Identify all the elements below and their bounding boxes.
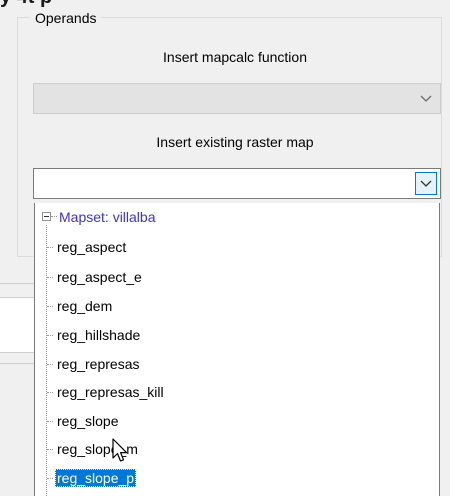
background-divider xyxy=(0,283,34,284)
tree-connector xyxy=(47,392,53,393)
mapcalc-function-combobox[interactable] xyxy=(33,83,441,114)
raster-dropdown-button[interactable] xyxy=(415,172,437,195)
tree-connector xyxy=(47,421,53,422)
tree-connector xyxy=(47,335,53,336)
mapset-label: Mapset: villalba xyxy=(59,209,156,225)
tree-item-reg-slope-p[interactable]: reg_slope_p xyxy=(47,466,427,490)
tree-item-label: reg_dem xyxy=(57,298,113,314)
tree-item-label: reg_slope_p xyxy=(55,469,137,487)
tree-item-reg-represas-kill[interactable]: reg_represas_kill xyxy=(47,380,427,404)
operands-group-title: Operands xyxy=(30,9,102,27)
background-divider xyxy=(0,363,34,364)
tree-item-label: reg_represas_kill xyxy=(57,384,164,400)
tree-item-label: reg_represas xyxy=(57,356,140,372)
tree-item-label: reg_hillshade xyxy=(57,327,141,343)
tree-connector xyxy=(47,364,53,365)
tree-item-reg-represas[interactable]: reg_represas xyxy=(47,352,427,376)
tree-connector xyxy=(47,449,53,450)
tree-connector xyxy=(47,478,53,479)
tree-connector xyxy=(47,277,53,278)
raster-map-dropdown[interactable]: Mapset: villalba reg_aspect reg_aspect_e… xyxy=(34,203,440,496)
raster-map-combobox[interactable] xyxy=(33,168,441,199)
mouse-pointer-icon xyxy=(112,438,128,462)
tree-item-reg-slope-m[interactable]: reg_slope_m xyxy=(47,437,427,461)
tree-item-reg-aspect[interactable]: reg_aspect xyxy=(47,235,427,259)
mapcalc-function-label: Insert mapcalc function xyxy=(163,49,307,65)
tree-connector xyxy=(47,247,53,248)
chevron-down-icon[interactable] xyxy=(418,90,434,106)
chevron-down-icon xyxy=(420,180,432,187)
tree-item-label: reg_slope xyxy=(57,413,119,429)
tree-item-reg-aspect-e[interactable]: reg_aspect_e xyxy=(47,265,427,289)
minus-box-icon[interactable] xyxy=(42,212,51,221)
tree-item-label: reg_aspect xyxy=(57,239,127,255)
tree-item-reg-dem[interactable]: reg_dem xyxy=(47,294,427,318)
tree-connector xyxy=(51,216,57,218)
tree-item-reg-hillshade[interactable]: reg_hillshade xyxy=(47,323,427,347)
background-panel xyxy=(0,297,34,353)
clipped-header-text: y 4t p xyxy=(0,0,52,9)
tree-item-reg-slope[interactable]: reg_slope xyxy=(47,409,427,433)
tree-item-label: reg_aspect_e xyxy=(57,269,142,285)
raster-map-label: Insert existing raster map xyxy=(156,134,314,150)
tree-connector xyxy=(47,306,53,307)
